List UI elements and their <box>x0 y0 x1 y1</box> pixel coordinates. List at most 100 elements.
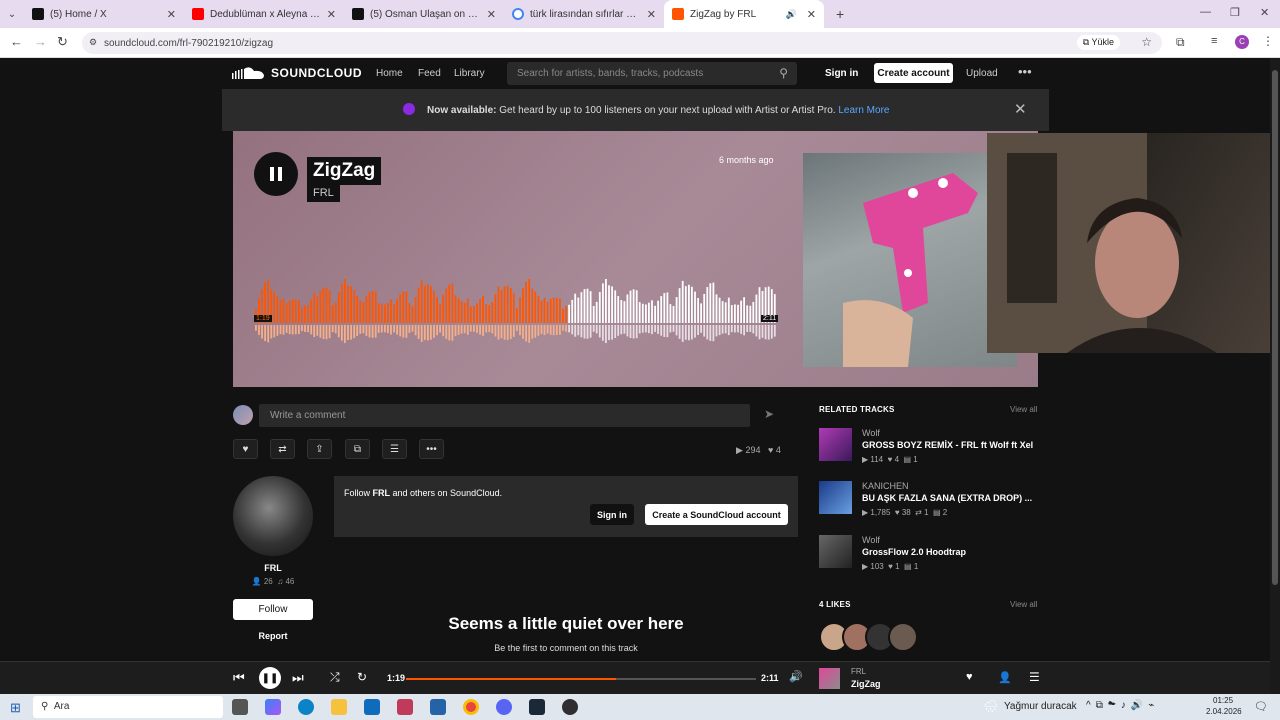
repeat-icon[interactable]: ↻ <box>357 670 367 684</box>
upload-link[interactable]: Upload <box>966 68 998 79</box>
previous-icon[interactable]: ⏮ <box>233 670 245 686</box>
site-info-icon[interactable]: ⚙ <box>89 37 97 48</box>
send-comment-icon[interactable]: ➤ <box>764 407 774 421</box>
extensions-icon[interactable]: ⧉ <box>1176 35 1185 50</box>
related-view-all[interactable]: View all <box>1010 405 1037 414</box>
close-banner-icon[interactable]: ✕ <box>1014 100 1027 118</box>
like-button[interactable]: ♥ <box>233 439 258 459</box>
related-track-title[interactable]: GROSS BOYZ REMİX - FRL ft Wolf ft Xel <box>862 440 1033 450</box>
outlook-icon[interactable] <box>364 699 380 715</box>
follow-button[interactable]: Follow <box>233 599 313 620</box>
more-icon[interactable]: ••• <box>1018 64 1032 79</box>
more-actions-button[interactable]: ••• <box>419 439 444 459</box>
browser-tab-active[interactable]: ZigZag by FRL 🔊 ✕ <box>664 0 824 28</box>
app-icon[interactable] <box>430 699 446 715</box>
related-track[interactable]: Wolf GROSS BOYZ REMİX - FRL ft Wolf ft X… <box>819 428 1039 472</box>
clock-date[interactable]: 2.04.2026 <box>1206 707 1242 716</box>
close-tab-icon[interactable]: ✕ <box>807 8 816 21</box>
nav-library[interactable]: Library <box>454 68 485 79</box>
search-input[interactable]: Search for artists, bands, tracks, podca… <box>507 62 797 85</box>
related-track-title[interactable]: GrossFlow 2.0 Hoodtrap <box>862 547 966 557</box>
related-track-user[interactable]: Wolf <box>862 535 880 545</box>
add-to-playlist-button[interactable]: ☰ <box>382 439 407 459</box>
volume-icon[interactable]: 🔊 <box>789 670 803 683</box>
close-tab-icon[interactable]: ✕ <box>327 8 336 21</box>
discord-icon[interactable] <box>496 699 512 715</box>
browser-tab[interactable]: (5) Osman Ulaşan on X: "Otobü✕ <box>344 0 504 28</box>
bookmark-star-icon[interactable]: ☆ <box>1141 35 1152 49</box>
artist-name[interactable]: FRL <box>233 563 313 573</box>
follow-signin-button[interactable]: Sign in <box>590 504 634 525</box>
back-icon[interactable]: ← <box>10 34 23 49</box>
notifications-icon[interactable]: 🗨 <box>1254 700 1268 713</box>
share-button[interactable]: ⇪ <box>307 439 332 459</box>
system-tray-icons[interactable]: ^⧉☁♪🔊⌁ <box>1086 700 1159 711</box>
file-explorer-icon[interactable] <box>331 699 347 715</box>
new-tab-icon[interactable]: + <box>836 6 844 22</box>
related-track-user[interactable]: KANICHEN <box>862 481 909 491</box>
nav-home[interactable]: Home <box>376 68 403 79</box>
weather-text[interactable]: Yağmur duracak <box>1004 701 1077 712</box>
player-artist[interactable]: FRL <box>851 667 866 676</box>
browser-menu-icon[interactable]: ⋮ <box>1262 34 1274 48</box>
create-account-button[interactable]: Create account <box>874 63 953 83</box>
page-scrollbar[interactable] <box>1270 58 1280 694</box>
comment-input[interactable]: Write a comment <box>259 404 750 427</box>
task-view-icon[interactable] <box>232 699 248 715</box>
related-track-title[interactable]: BU AŞK FAZLA SANA (EXTRA DROP) ... <box>862 493 1032 503</box>
soundcloud-logo[interactable]: SOUNDCLOUD <box>232 66 362 80</box>
nav-feed[interactable]: Feed <box>418 68 441 79</box>
install-app-button[interactable]: ⧉ Yükle <box>1076 35 1120 50</box>
artist-avatar[interactable] <box>233 476 313 556</box>
copilot-icon[interactable] <box>265 699 281 715</box>
pause-button[interactable] <box>254 152 298 196</box>
browser-tab[interactable]: türk lirasından sıfırlar ne zaman✕ <box>504 0 664 28</box>
browser-tab[interactable]: (5) Home / X ✕ <box>24 0 184 28</box>
speaker-icon[interactable]: 🔊 <box>786 9 797 20</box>
related-track[interactable]: Wolf GrossFlow 2.0 Hoodtrap ▶ 103 ♥ 1 ▤ … <box>819 535 1039 579</box>
related-track-user[interactable]: Wolf <box>862 428 880 438</box>
tab-list-chevron-icon[interactable]: ⌄ <box>0 9 24 20</box>
player-follow-icon[interactable]: 👤 <box>998 671 1012 684</box>
create-soundcloud-account-button[interactable]: Create a SoundCloud account <box>645 504 788 525</box>
sign-in-button[interactable]: Sign in <box>825 68 858 79</box>
store-icon[interactable] <box>397 699 413 715</box>
related-track[interactable]: KANICHEN BU AŞK FAZLA SANA (EXTRA DROP) … <box>819 481 1039 525</box>
queue-icon[interactable]: ☰ <box>1029 670 1040 684</box>
taskbar-search[interactable]: ⚲ Ara <box>33 696 223 718</box>
windows-start-icon[interactable]: ⊞ <box>10 700 21 716</box>
close-tab-icon[interactable]: ✕ <box>167 8 176 21</box>
player-title[interactable]: ZigZag <box>851 679 881 689</box>
minimize-icon[interactable]: — <box>1200 6 1211 18</box>
waveform[interactable] <box>255 279 777 343</box>
likes-view-all[interactable]: View all <box>1010 600 1037 609</box>
browser-tab[interactable]: Dedublüman x Aleyna Tilki - Sa✕ <box>184 0 344 28</box>
reload-icon[interactable]: ↻ <box>57 34 68 50</box>
edge-icon[interactable] <box>298 699 314 715</box>
player-pause-button[interactable]: ❚❚ <box>259 667 281 689</box>
track-artist[interactable]: FRL <box>307 184 340 202</box>
close-tab-icon[interactable]: ✕ <box>647 8 656 21</box>
copy-link-button[interactable]: ⧉ <box>345 439 370 459</box>
liker-avatar[interactable] <box>888 622 918 652</box>
report-link[interactable]: Report <box>233 631 313 641</box>
shuffle-icon[interactable]: ⤮ <box>330 670 340 685</box>
next-icon[interactable]: ⏭ <box>292 670 304 686</box>
player-like-icon[interactable]: ♥ <box>966 671 973 683</box>
scrollbar-thumb[interactable] <box>1272 70 1278 585</box>
media-controls-icon[interactable]: ≡ <box>1211 35 1217 47</box>
progress-track[interactable] <box>406 678 756 680</box>
obs-icon[interactable] <box>562 699 578 715</box>
profile-avatar[interactable]: C <box>1235 35 1249 49</box>
player-thumbnail[interactable] <box>819 668 840 689</box>
close-window-icon[interactable]: ✕ <box>1260 6 1269 19</box>
clock-time[interactable]: 01:25 <box>1213 696 1233 705</box>
chrome-icon[interactable] <box>463 699 479 715</box>
restore-icon[interactable]: ❐ <box>1230 6 1240 19</box>
address-bar[interactable]: ⚙ soundcloud.com/frl-790219210/zigzag ⧉ … <box>82 32 1162 54</box>
forward-icon[interactable]: → <box>34 34 47 49</box>
repost-button[interactable]: ⇄ <box>270 439 295 459</box>
close-tab-icon[interactable]: ✕ <box>487 8 496 21</box>
learn-more-link[interactable]: Learn More <box>838 105 889 116</box>
search-icon[interactable]: ⚲ <box>779 66 788 80</box>
